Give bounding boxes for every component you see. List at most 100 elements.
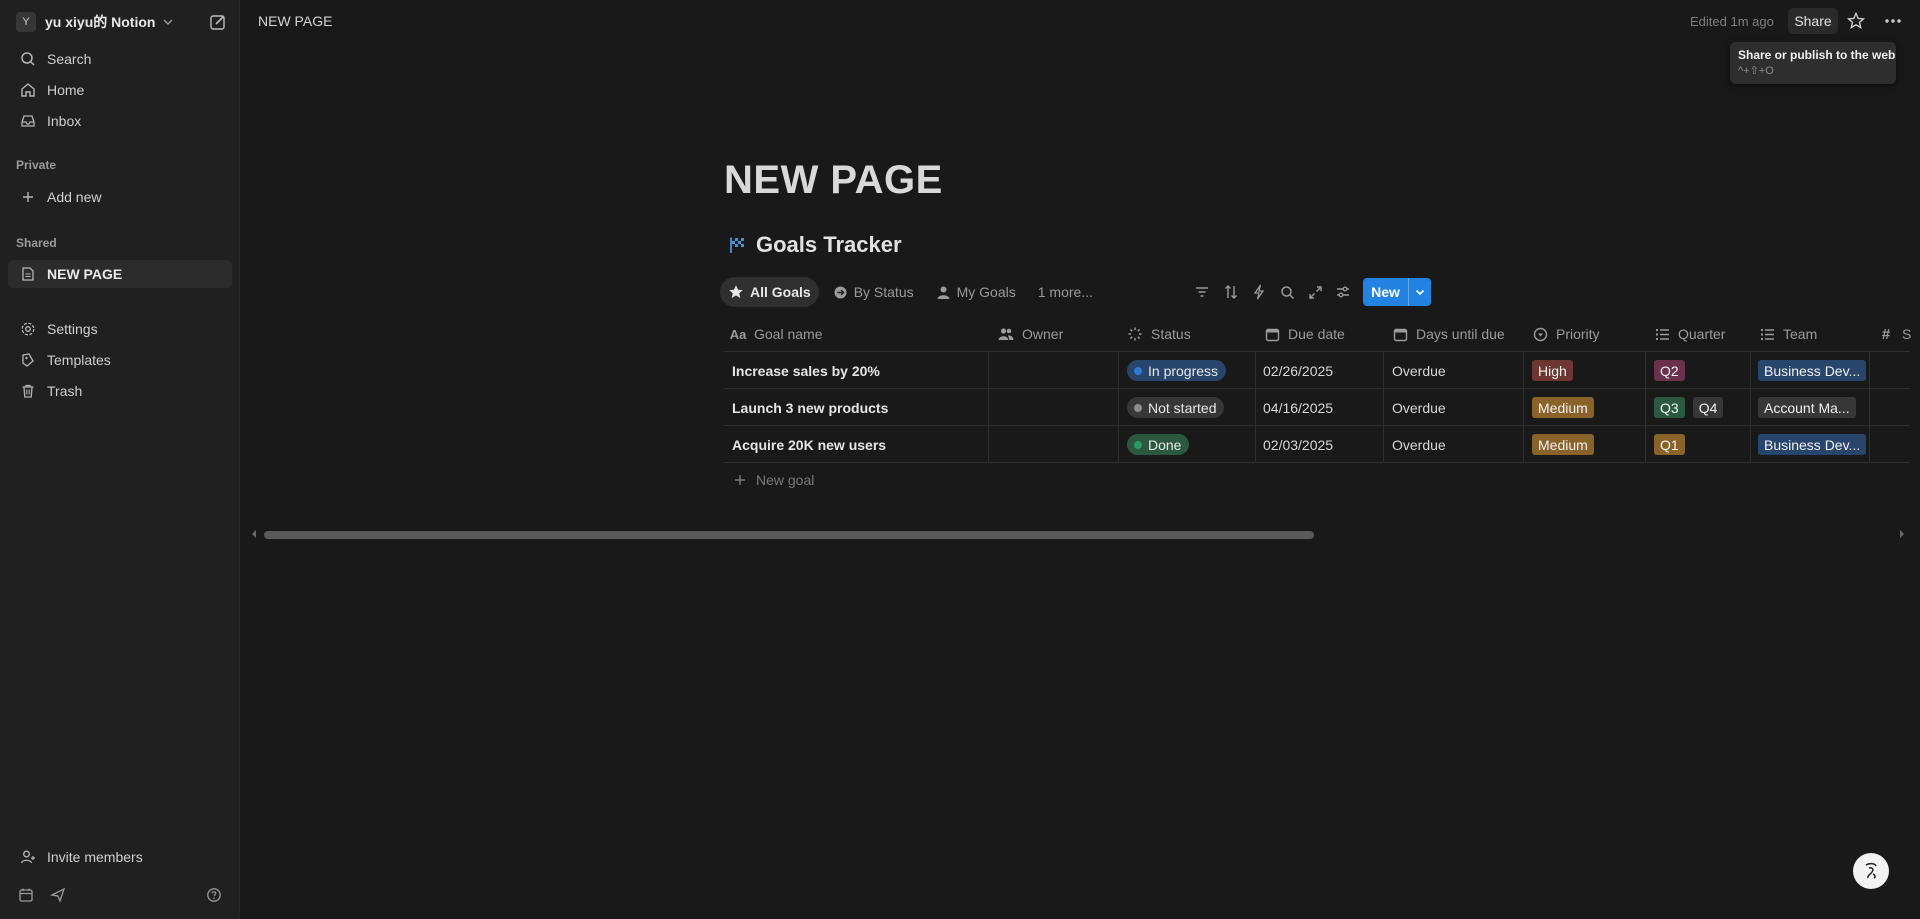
status-label: Done bbox=[1148, 436, 1182, 453]
team-cell[interactable]: Business Dev... bbox=[1758, 352, 1874, 389]
status-label: Not started bbox=[1148, 399, 1217, 416]
column-priority[interactable]: Priority bbox=[1532, 316, 1600, 352]
search-icon[interactable] bbox=[1277, 282, 1297, 302]
sidebar-item-label: Templates bbox=[47, 352, 111, 368]
column-label: Status bbox=[1151, 326, 1191, 342]
column-quarter[interactable]: Quarter bbox=[1654, 316, 1725, 352]
new-record-button[interactable]: New bbox=[1363, 278, 1431, 306]
settings-sliders-icon[interactable] bbox=[1333, 282, 1353, 302]
column-days-until-due[interactable]: Days until due bbox=[1392, 316, 1505, 352]
column-label: Due date bbox=[1288, 326, 1345, 342]
page-title[interactable]: NEW PAGE bbox=[724, 158, 943, 203]
sidebar-item-trash[interactable]: Trash bbox=[8, 377, 232, 405]
search-icon bbox=[18, 49, 38, 69]
sidebar-item-label: Home bbox=[47, 82, 85, 98]
section-private: Private bbox=[16, 158, 57, 172]
status-cell[interactable]: Done bbox=[1127, 426, 1190, 463]
star-icon bbox=[728, 284, 744, 300]
status-icon bbox=[833, 285, 848, 300]
column-status[interactable]: Status bbox=[1127, 316, 1191, 352]
filter-icon[interactable] bbox=[1192, 282, 1212, 302]
column-due-date[interactable]: Due date bbox=[1264, 316, 1345, 352]
tooltip-shortcut: ^+⇧+O bbox=[1738, 65, 1774, 77]
column-owner[interactable]: Owner bbox=[998, 316, 1063, 352]
days-until-due-cell[interactable]: Overdue bbox=[1392, 352, 1446, 389]
workspace-switcher[interactable]: Y yu xiyu的 Notion bbox=[8, 10, 232, 34]
goal-name-cell[interactable]: Increase sales by 20% bbox=[732, 352, 880, 389]
sidebar-item-inbox[interactable]: Inbox bbox=[8, 107, 232, 135]
gear-icon bbox=[18, 319, 38, 339]
owner-cell[interactable] bbox=[998, 389, 1108, 426]
sidebar-item-home[interactable]: Home bbox=[8, 76, 232, 104]
priority-cell[interactable]: Medium bbox=[1532, 426, 1602, 463]
tab-my-goals[interactable]: My Goals bbox=[928, 277, 1024, 307]
quarter-tag: Q4 bbox=[1692, 397, 1724, 418]
due-date-cell[interactable]: 02/26/2025 bbox=[1263, 352, 1333, 389]
sidebar-item-search[interactable]: Search bbox=[8, 45, 232, 73]
chevron-down-icon[interactable] bbox=[1409, 278, 1431, 306]
new-page-icon[interactable] bbox=[208, 12, 228, 32]
calendar-icon[interactable] bbox=[16, 885, 36, 905]
sidebar-item-settings[interactable]: Settings bbox=[8, 315, 232, 343]
due-date-cell[interactable]: 02/03/2025 bbox=[1263, 426, 1333, 463]
days-until-due-cell[interactable]: Overdue bbox=[1392, 426, 1446, 463]
more-options-icon[interactable] bbox=[1883, 11, 1903, 31]
sidebar-item-label: Trash bbox=[47, 383, 83, 399]
status-cell[interactable]: In progress bbox=[1127, 352, 1227, 389]
tab-label: All Goals bbox=[750, 284, 811, 300]
priority-cell[interactable]: Medium bbox=[1532, 389, 1602, 426]
owner-cell[interactable] bbox=[998, 352, 1108, 389]
priority-cell[interactable]: High bbox=[1532, 352, 1581, 389]
tab-by-status[interactable]: By Status bbox=[825, 277, 922, 307]
database-title-row[interactable]: Goals Tracker bbox=[728, 232, 902, 258]
quarter-cell[interactable]: Q3 Q4 bbox=[1654, 389, 1731, 426]
breadcrumb[interactable]: NEW PAGE bbox=[258, 13, 332, 29]
column-goal-name[interactable]: Aa Goal name bbox=[729, 316, 823, 352]
send-icon[interactable] bbox=[48, 885, 68, 905]
sort-icon[interactable] bbox=[1221, 282, 1241, 302]
status-dot bbox=[1134, 366, 1142, 375]
table-row[interactable]: Increase sales by 20% In progress 02/26/… bbox=[724, 352, 1910, 389]
notion-ai-face-icon[interactable] bbox=[1853, 853, 1889, 889]
new-button-label[interactable]: New bbox=[1363, 278, 1409, 306]
table-row[interactable]: Launch 3 new products Not started 04/16/… bbox=[724, 389, 1910, 426]
owner-cell[interactable] bbox=[998, 426, 1108, 463]
expand-icon[interactable] bbox=[1305, 282, 1325, 302]
days-until-due-cell[interactable]: Overdue bbox=[1392, 389, 1446, 426]
sidebar-item-add-new[interactable]: Add new bbox=[8, 183, 232, 211]
table-header: Aa Goal name Owner Status Due date Days … bbox=[724, 316, 1912, 352]
scroll-right-icon[interactable] bbox=[1896, 528, 1908, 540]
quarter-tag: Q2 bbox=[1654, 360, 1685, 381]
goal-name-cell[interactable]: Acquire 20K new users bbox=[732, 426, 886, 463]
sidebar-item-invite-members[interactable]: Invite members bbox=[8, 843, 232, 871]
workspace-avatar: Y bbox=[16, 12, 36, 32]
team-cell[interactable]: Business Dev... bbox=[1758, 426, 1874, 463]
table-row[interactable]: Acquire 20K new users Done 02/03/2025 Ov… bbox=[724, 426, 1910, 463]
scrollbar-thumb[interactable] bbox=[264, 531, 1314, 539]
sidebar-item-templates[interactable]: Templates bbox=[8, 346, 232, 374]
quarter-cell[interactable]: Q1 bbox=[1654, 426, 1693, 463]
help-icon[interactable] bbox=[204, 885, 224, 905]
column-team[interactable]: Team bbox=[1759, 316, 1817, 352]
goal-name-cell[interactable]: Launch 3 new products bbox=[732, 389, 888, 426]
new-goal-label: New goal bbox=[756, 472, 815, 488]
new-goal-row[interactable]: New goal bbox=[734, 472, 814, 488]
automation-lightning-icon[interactable] bbox=[1249, 282, 1269, 302]
quarter-cell[interactable]: Q2 bbox=[1654, 352, 1693, 389]
tab-more-views[interactable]: 1 more... bbox=[1030, 277, 1101, 307]
text-type-icon: Aa bbox=[729, 326, 747, 342]
share-button[interactable]: Share bbox=[1788, 8, 1838, 34]
star-favorite-icon[interactable] bbox=[1846, 11, 1866, 31]
scroll-left-icon[interactable] bbox=[248, 528, 260, 540]
status-badge: Not started bbox=[1127, 397, 1225, 418]
calendar-icon bbox=[1392, 326, 1408, 342]
status-cell[interactable]: Not started bbox=[1127, 389, 1225, 426]
team-cell[interactable]: Account Ma... bbox=[1758, 389, 1864, 426]
column-extra[interactable]: # S bbox=[1878, 316, 1912, 352]
sidebar-item-label: Search bbox=[47, 51, 92, 67]
view-tabs: All Goals By Status My Goals 1 more... bbox=[720, 277, 1107, 307]
column-label: Owner bbox=[1022, 326, 1064, 342]
tab-all-goals[interactable]: All Goals bbox=[720, 277, 819, 307]
due-date-cell[interactable]: 04/16/2025 bbox=[1263, 389, 1333, 426]
sidebar-item-new-page[interactable]: NEW PAGE bbox=[8, 260, 232, 288]
